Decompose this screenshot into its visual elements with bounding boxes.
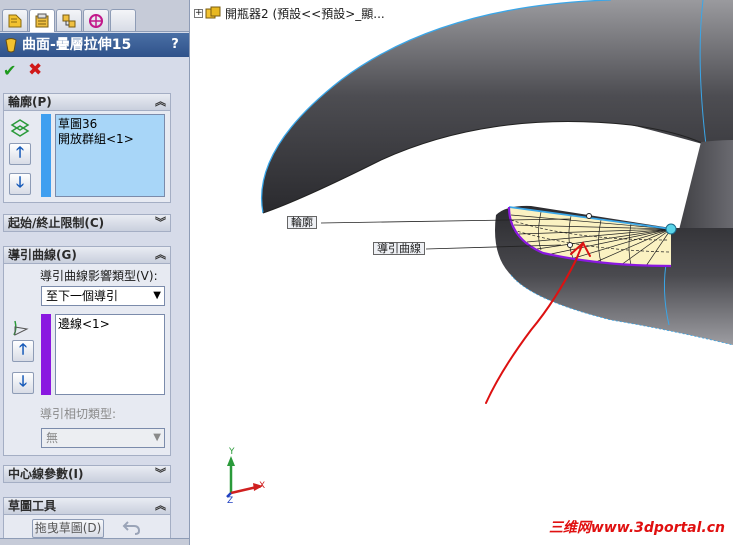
centerline-group-header[interactable]: 中心線參數(I) ︾	[3, 465, 171, 483]
feature-manager-icon	[8, 14, 22, 27]
feature-manager-tab[interactable]	[2, 9, 28, 31]
configuration-manager-icon	[62, 14, 76, 27]
view-triad	[226, 456, 263, 498]
guide-curves-group-header[interactable]: 導引曲線(G) ︽	[3, 246, 171, 264]
triad-x-label: X	[259, 481, 266, 491]
sketch-tools-group-header[interactable]: 草圖工具 ︽	[3, 497, 171, 515]
profile-selection-icon	[10, 119, 30, 137]
cancel-button[interactable]: ✖	[28, 60, 42, 80]
profile-group-body: 🡑 🡓 草圖36 開放群組<1>	[3, 111, 171, 203]
influence-type-label: 導引曲線影響類型(V):	[40, 269, 158, 283]
ok-button[interactable]: ✔	[3, 61, 16, 80]
triad-z-label: Z	[227, 496, 234, 506]
sketch-tools-group-title: 草圖工具	[8, 499, 57, 513]
loft-surface-icon	[5, 38, 17, 53]
property-manager-tab[interactable]	[29, 9, 55, 32]
drag-sketch-button[interactable]: 拖曳草圖(D)	[32, 519, 104, 538]
arrow-down-icon: 🡓	[19, 371, 27, 390]
influence-type-select[interactable]: 至下一個導引 ▼	[41, 286, 165, 306]
part-name: 開瓶器2 (預設<<預設>_顯...	[225, 6, 385, 21]
property-manager-icon	[35, 13, 49, 28]
collapse-chevron-icon[interactable]: ︽	[155, 498, 166, 514]
guide-curves-group-title: 導引曲線(G)	[8, 248, 77, 262]
triad-y-label: Y	[229, 447, 235, 457]
arrow-up-icon: 🡑	[19, 339, 27, 358]
profile-group-title: 輪廓(P)	[8, 95, 52, 109]
move-up-button[interactable]: 🡑	[9, 143, 31, 165]
undo-icon[interactable]	[122, 519, 142, 536]
dimxpert-tab[interactable]	[83, 9, 109, 31]
expand-chevron-icon[interactable]: ︾	[155, 215, 166, 231]
configuration-manager-tab[interactable]	[56, 9, 82, 31]
guide-curve-icon	[13, 320, 29, 336]
profile-color-bar	[41, 114, 51, 197]
guide-curves-group-body: 導引曲線影響類型(V): 至下一個導引 ▼ 🡑 🡓 邊線<1> 導引相切類型: …	[3, 264, 171, 456]
list-item[interactable]: 草圖36	[58, 117, 162, 132]
tangency-type-label: 導引相切類型:	[40, 407, 117, 421]
guide-curves-list[interactable]: 邊線<1>	[55, 314, 165, 395]
centerline-group-title: 中心線參數(I)	[8, 467, 84, 481]
model-graphics	[226, 0, 733, 498]
help-button[interactable]: ?	[166, 36, 184, 54]
guide-color-bar	[41, 314, 51, 395]
start-end-group-title: 起始/終止限制(C)	[8, 216, 105, 230]
tangency-type-value: 無	[46, 431, 59, 445]
guide-point	[567, 242, 573, 248]
start-end-group-header[interactable]: 起始/終止限制(C) ︾	[3, 214, 171, 232]
dropdown-arrow-icon: ▼	[153, 432, 161, 443]
collapse-chevron-icon[interactable]: ︽	[155, 94, 166, 110]
profile-selection-list[interactable]: 草圖36 開放群組<1>	[55, 114, 165, 197]
dropdown-arrow-icon: ▼	[153, 290, 161, 301]
tangency-type-select[interactable]: 無 ▼	[41, 428, 165, 448]
manager-tabbar	[0, 0, 189, 32]
profile-group-header[interactable]: 輪廓(P) ︽	[3, 93, 171, 111]
influence-type-value: 至下一個導引	[46, 289, 119, 303]
profile-point	[586, 213, 592, 219]
arrow-down-icon: 🡓	[16, 172, 24, 191]
arrow-up-icon: 🡑	[16, 142, 24, 161]
ok-cancel-bar: ✔ ✖	[0, 58, 189, 84]
dimxpert-icon	[89, 13, 103, 28]
move-down-button[interactable]: 🡓	[12, 372, 34, 394]
connector-handle[interactable]	[665, 223, 677, 235]
graphics-viewport[interactable]: + 開瓶器2 (預設<<預設>_顯... 輪廓 導引曲線 Y X Z 三维网ww…	[191, 0, 733, 545]
move-up-button[interactable]: 🡑	[12, 340, 34, 362]
expand-plus-icon[interactable]: +	[194, 8, 203, 18]
guide-callout-tag[interactable]: 導引曲線	[373, 242, 425, 255]
list-item[interactable]: 邊線<1>	[58, 317, 162, 332]
expand-chevron-icon[interactable]: ︾	[155, 466, 166, 482]
profile-callout-tag[interactable]: 輪廓	[287, 216, 317, 229]
sketch-tools-group-body: 拖曳草圖(D)	[3, 515, 171, 539]
move-down-button[interactable]: 🡓	[9, 173, 31, 195]
property-manager-panel: 曲面-疊層拉伸15 ? ✔ ✖ 輪廓(P) ︽ 🡑 🡓 草圖36 開放群組<1>…	[0, 0, 190, 545]
collapse-chevron-icon[interactable]: ︽	[155, 247, 166, 263]
upper-arm-surface	[261, 0, 733, 213]
feature-tree-root[interactable]: + 開瓶器2 (預設<<預設>_顯...	[191, 4, 385, 22]
site-watermark: 三维网www.3dportal.cn	[548, 520, 725, 536]
part-icon	[205, 6, 221, 19]
blank-tab[interactable]	[110, 9, 136, 31]
bottom-tab-strip	[0, 538, 189, 545]
property-manager-title-bar: 曲面-疊層拉伸15 ?	[0, 33, 189, 57]
list-item[interactable]: 開放群組<1>	[58, 132, 162, 147]
property-manager-title: 曲面-疊層拉伸15	[22, 37, 132, 53]
